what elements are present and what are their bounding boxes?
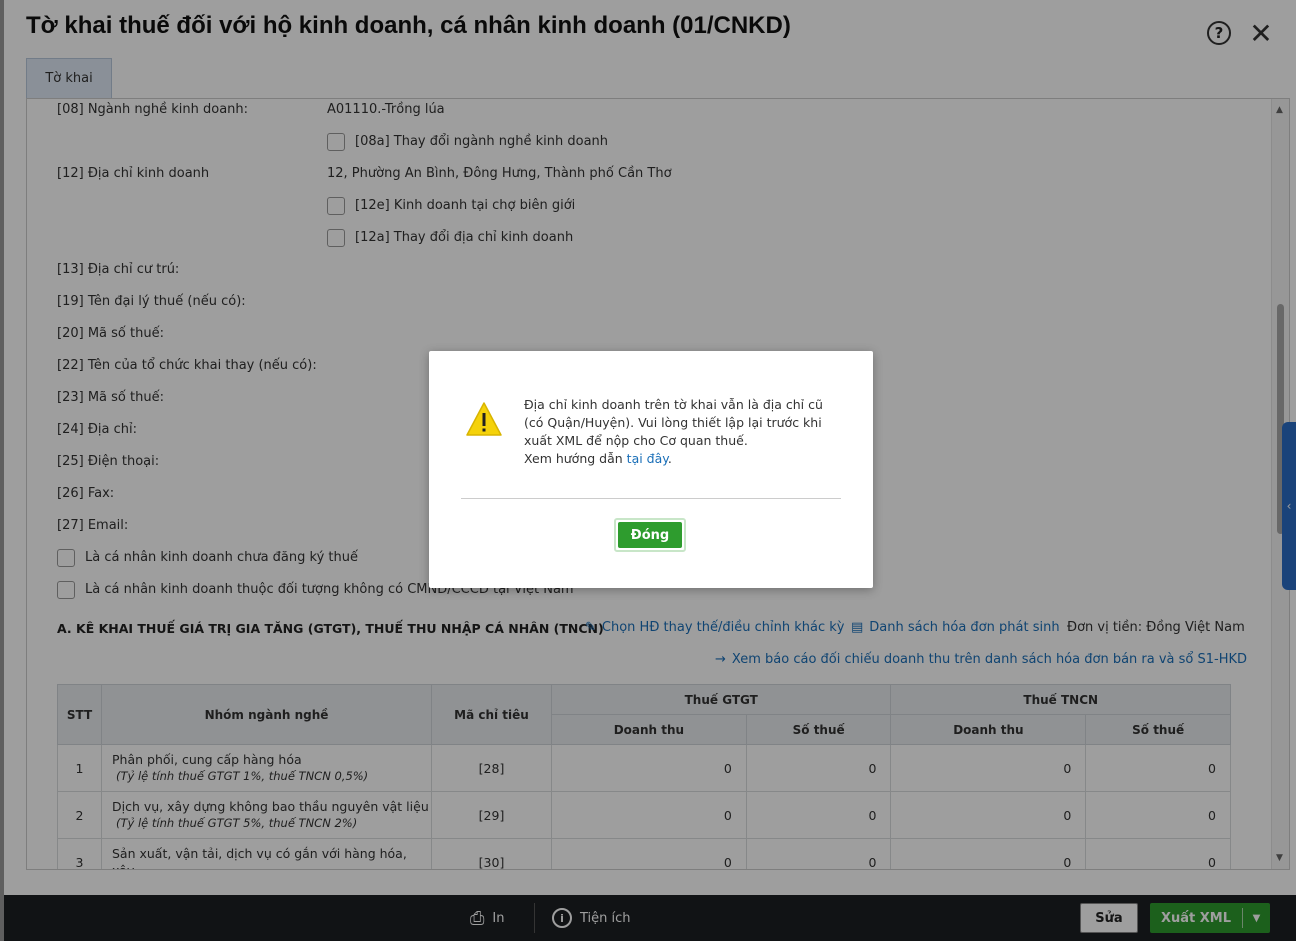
warning-icon <box>466 402 502 436</box>
dialog-divider <box>461 498 841 499</box>
close-button[interactable]: Đóng <box>614 518 686 552</box>
guide-link[interactable]: tại đây <box>627 451 668 466</box>
warning-dialog: Địa chỉ kinh doanh trên tờ khai vẫn là đ… <box>429 351 873 588</box>
dialog-message: Địa chỉ kinh doanh trên tờ khai vẫn là đ… <box>524 397 823 466</box>
